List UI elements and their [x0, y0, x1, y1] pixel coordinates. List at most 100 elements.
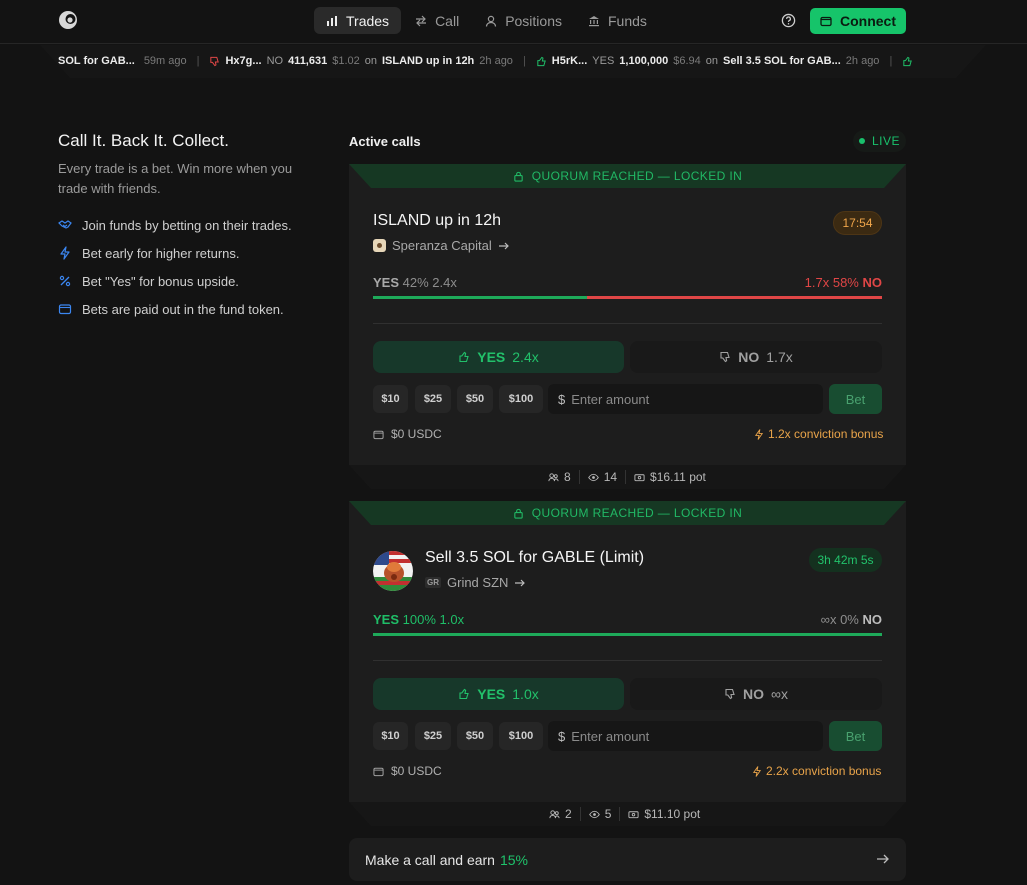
nav-funds[interactable]: Funds — [576, 7, 659, 34]
lock-icon — [513, 171, 524, 182]
ticker-value: $1.02 — [332, 55, 360, 67]
fund-link[interactable]: Speranza Capital — [373, 238, 510, 253]
handshake-icon — [58, 220, 72, 229]
nav-call[interactable]: Call — [403, 7, 471, 34]
wallet-balance: $0 USDC — [373, 427, 442, 441]
amount-placeholder: Enter amount — [571, 391, 650, 407]
thumbs-up-icon — [536, 56, 547, 67]
bonus-text: 2.2x conviction bonus — [766, 764, 882, 778]
vote-mult: 2.4x — [512, 349, 539, 365]
ticker-time: 59m ago — [143, 55, 187, 67]
arrow-right-icon — [515, 579, 526, 586]
vote-label: YES — [477, 686, 506, 702]
vote-mult: ∞x — [771, 686, 788, 702]
amount-chip-25[interactable]: $25 — [415, 385, 451, 413]
card-stats: 2 5 $11.10 pot — [541, 807, 708, 821]
main-nav: Trades Call Positions Funds — [314, 7, 659, 34]
bank-icon — [589, 15, 599, 26]
bet-button[interactable]: Bet — [829, 721, 882, 751]
ticker-item[interactable]: H5rK... YES 1,100,000 $6.94 on Sell 3.5 … — [536, 55, 880, 67]
ticker-track: SOL for GAB... 59m ago | Hx7g... NO 411,… — [58, 55, 913, 67]
amount-chip-50[interactable]: $50 — [457, 722, 493, 750]
amount-chip-10[interactable]: $10 — [373, 722, 408, 750]
vote-label: NO — [743, 686, 764, 702]
cta-percent: 15% — [499, 851, 528, 868]
cta-text: Make a call and earn — [365, 851, 495, 868]
amount-chip-10[interactable]: $10 — [373, 385, 408, 413]
ticker-side: NO — [266, 55, 284, 67]
token-avatar — [373, 551, 413, 591]
intro-title: Call It. Back It. Collect. — [58, 131, 229, 150]
swap-arrows-icon — [416, 15, 427, 26]
vote-yes-button[interactable]: YES 1.0x — [373, 678, 624, 710]
connect-button[interactable]: Connect — [810, 8, 906, 34]
amount-placeholder: Enter amount — [571, 728, 650, 744]
live-badge: LIVE — [853, 130, 906, 152]
amount-chip-100[interactable]: $100 — [499, 722, 543, 750]
participants-stat: 2 — [541, 807, 581, 821]
ticker-item[interactable]: SOL for GAB... 59m ago — [58, 55, 187, 67]
wallet-icon — [58, 304, 72, 315]
participants-count: 2 — [565, 807, 572, 821]
call-card: QUORUM REACHED — LOCKED IN Sell 3.5 SOL … — [349, 501, 906, 802]
arrow-right-icon — [498, 242, 509, 249]
nav-trades[interactable]: Trades — [314, 7, 402, 34]
participants-count: 8 — [564, 470, 571, 484]
views-stat: 14 — [580, 470, 627, 484]
vote-yes-button[interactable]: YES 2.4x — [373, 341, 624, 373]
ticker-separator: | — [196, 55, 200, 67]
quorum-text: QUORUM REACHED — LOCKED IN — [531, 506, 743, 520]
ticker-amount: 1,100,000 — [619, 55, 669, 67]
fund-avatar — [373, 239, 386, 252]
amount-chip-50[interactable]: $50 — [457, 385, 493, 413]
ticker-separator: | — [889, 55, 893, 67]
ticker-time: 2h ago — [845, 55, 880, 67]
thumbs-up-icon — [902, 56, 913, 67]
views-stat: 5 — [581, 807, 621, 821]
call-title[interactable]: ISLAND up in 12h — [373, 212, 501, 230]
amount-chip-100[interactable]: $100 — [499, 385, 543, 413]
divider — [373, 323, 882, 324]
ticker-on: on — [364, 55, 377, 67]
vote-no-button[interactable]: NO 1.7x — [630, 341, 882, 373]
thumbs-down-icon — [209, 56, 220, 67]
thumbs-up-icon — [459, 351, 469, 363]
feature-item: Bet early for higher returns. — [58, 239, 292, 267]
no-odds: ∞x 0% NO — [820, 612, 882, 627]
bet-button[interactable]: Bet — [829, 384, 882, 414]
feature-text: Bet early for higher returns. — [82, 245, 240, 261]
help-icon[interactable] — [781, 13, 796, 28]
app-logo-icon[interactable] — [58, 10, 78, 30]
vote-no-button[interactable]: NO ∞x — [630, 678, 882, 710]
percent-icon — [59, 275, 71, 287]
call-title[interactable]: Sell 3.5 SOL for GABLE (Limit) — [425, 549, 644, 567]
odds-bar-no — [586, 296, 882, 299]
feature-item: Bets are paid out in the fund token. — [58, 295, 292, 323]
odds-bar — [373, 296, 882, 299]
top-nav-bar: Trades Call Positions Funds Connect — [0, 0, 1027, 44]
countdown-timer: 17:54 — [833, 211, 882, 235]
person-icon — [486, 15, 497, 27]
feature-text: Bet "Yes" for bonus upside. — [82, 273, 239, 289]
wallet-icon — [373, 430, 384, 439]
nav-label: Funds — [608, 12, 647, 29]
nav-label: Positions — [505, 12, 562, 29]
people-icon — [549, 809, 560, 818]
ticker-market: ISLAND up in 12h — [382, 55, 475, 67]
ticker-item[interactable]: Hx7g... NO 411,631 $1.02 on ISLAND up in… — [209, 55, 512, 67]
amount-input[interactable]: $ Enter amount — [548, 384, 823, 414]
amount-chip-25[interactable]: $25 — [415, 722, 451, 750]
thumbs-down-icon — [720, 351, 731, 363]
feature-text: Bets are paid out in the fund token. — [82, 301, 284, 317]
pot-amount: $16.11 pot — [650, 470, 706, 484]
amount-input[interactable]: $ Enter amount — [548, 721, 823, 751]
nav-positions[interactable]: Positions — [473, 7, 574, 34]
eye-icon — [587, 473, 599, 481]
make-call-cta[interactable]: Make a call and earn 15% — [349, 838, 906, 881]
vote-label: YES — [477, 349, 506, 365]
fund-tag: GR — [425, 577, 441, 588]
call-card: QUORUM REACHED — LOCKED IN ISLAND up in … — [349, 164, 906, 465]
fund-link[interactable]: GR Grind SZN — [425, 575, 526, 590]
thumbs-up-icon — [459, 688, 469, 700]
cash-icon — [628, 810, 639, 818]
